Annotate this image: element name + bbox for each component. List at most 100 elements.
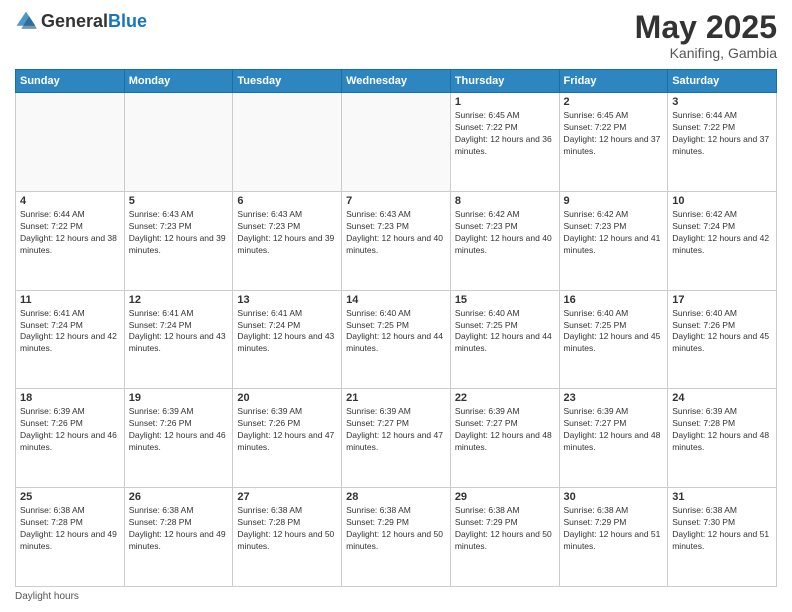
footer-note: Daylight hours — [15, 591, 777, 602]
day-number: 2 — [564, 96, 664, 108]
table-row: 8Sunrise: 6:42 AM Sunset: 7:23 PM Daylig… — [450, 191, 559, 290]
table-row: 31Sunrise: 6:38 AM Sunset: 7:30 PM Dayli… — [668, 488, 777, 587]
table-row: 20 Sunrise: 6:39 AM Sunset: 7:26 PM Dayli… — [233, 389, 342, 488]
day-number: 22 — [455, 392, 555, 404]
day-number: 14 — [346, 294, 446, 306]
day-number: 28 — [346, 491, 446, 503]
table-row — [342, 93, 451, 192]
table-row: 10 Sunrise: 6:42 AM Sunset: 7:24 PM Dayli… — [668, 191, 777, 290]
table-row: 1 Sunrise: 6:45 AM Sunset: 7:22 PM Daylig… — [450, 93, 559, 192]
month-title: May 2025 — [635, 10, 777, 45]
table-row: 21Sunrise: 6:39 AM Sunset: 7:27 PM Dayli… — [342, 389, 451, 488]
day-number: 3 — [672, 96, 772, 108]
day-number: 1 — [455, 96, 555, 108]
day-info: Sunrise: 6:39 AM Sunset: 7:26 PM Dayligh… — [20, 406, 120, 454]
day-info: Sunrise: 6:43 AM Sunset: 7:23 PM Dayligh… — [129, 209, 229, 257]
title-area: May 2025 Kanifing, Gambia — [635, 10, 777, 61]
logo: GeneralBlue — [15, 10, 147, 32]
calendar-header-row: Sunday Monday Tuesday Wednesday Thursday… — [16, 70, 777, 93]
footer-label: Daylight hours — [15, 591, 79, 602]
table-row: 26Sunrise: 6:38 AM Sunset: 7:28 PM Dayli… — [124, 488, 233, 587]
day-info: Sunrise: 6:40 AM Sunset: 7:26 PM Dayligh… — [672, 308, 772, 356]
day-number: 11 — [20, 294, 120, 306]
day-number: 10 — [672, 195, 772, 207]
day-number: 13 — [237, 294, 337, 306]
col-saturday: Saturday — [668, 70, 777, 93]
day-number: 7 — [346, 195, 446, 207]
table-row: 28 Sunrise: 6:38 AM Sunset: 7:29 PM Dayli… — [342, 488, 451, 587]
day-number: 19 — [129, 392, 229, 404]
table-row: 24 Sunrise: 6:39 AM Sunset: 7:28 PM Dayli… — [668, 389, 777, 488]
table-row: 12 Sunrise: 6:41 AM Sunset: 7:24 PM Dayli… — [124, 290, 233, 389]
table-row: 7Sunrise: 6:43 AM Sunset: 7:23 PM Daylig… — [342, 191, 451, 290]
day-info: Sunrise: 6:38 AM Sunset: 7:29 PM Dayligh… — [346, 505, 446, 553]
table-row: 5 Sunrise: 6:43 AM Sunset: 7:23 PM Daylig… — [124, 191, 233, 290]
location-title: Kanifing, Gambia — [635, 45, 777, 61]
table-row: 17 Sunrise: 6:40 AM Sunset: 7:26 PM Dayli… — [668, 290, 777, 389]
table-row: 30Sunrise: 6:38 AM Sunset: 7:29 PM Dayli… — [559, 488, 668, 587]
table-row: 4 Sunrise: 6:44 AM Sunset: 7:22 PM Daylig… — [16, 191, 125, 290]
table-row: 23 Sunrise: 6:39 AM Sunset: 7:27 PM Dayli… — [559, 389, 668, 488]
table-row: 22Sunrise: 6:39 AM Sunset: 7:27 PM Dayli… — [450, 389, 559, 488]
day-number: 15 — [455, 294, 555, 306]
day-number: 23 — [564, 392, 664, 404]
calendar-week-2: 4 Sunrise: 6:44 AM Sunset: 7:22 PM Daylig… — [16, 191, 777, 290]
day-number: 25 — [20, 491, 120, 503]
col-monday: Monday — [124, 70, 233, 93]
page: GeneralBlue May 2025 Kanifing, Gambia Su… — [0, 0, 792, 612]
table-row: 2 Sunrise: 6:45 AM Sunset: 7:22 PM Daylig… — [559, 93, 668, 192]
day-info: Sunrise: 6:44 AM Sunset: 7:22 PM Dayligh… — [20, 209, 120, 257]
day-info: Sunrise: 6:42 AM Sunset: 7:23 PM Dayligh… — [564, 209, 664, 257]
table-row: 6 Sunrise: 6:43 AM Sunset: 7:23 PM Daylig… — [233, 191, 342, 290]
table-row: 15 Sunrise: 6:40 AM Sunset: 7:25 PM Dayli… — [450, 290, 559, 389]
day-info: Sunrise: 6:38 AM Sunset: 7:28 PM Dayligh… — [129, 505, 229, 553]
day-info: Sunrise: 6:45 AM Sunset: 7:22 PM Dayligh… — [564, 110, 664, 158]
day-info: Sunrise: 6:42 AM Sunset: 7:24 PM Dayligh… — [672, 209, 772, 257]
day-info: Sunrise: 6:41 AM Sunset: 7:24 PM Dayligh… — [20, 308, 120, 356]
day-number: 20 — [237, 392, 337, 404]
table-row: 14 Sunrise: 6:40 AM Sunset: 7:25 PM Dayli… — [342, 290, 451, 389]
day-info: Sunrise: 6:38 AM Sunset: 7:28 PM Dayligh… — [237, 505, 337, 553]
day-info: Sunrise: 6:40 AM Sunset: 7:25 PM Dayligh… — [346, 308, 446, 356]
day-info: Sunrise: 6:39 AM Sunset: 7:28 PM Dayligh… — [672, 406, 772, 454]
table-row — [124, 93, 233, 192]
day-info: Sunrise: 6:40 AM Sunset: 7:25 PM Dayligh… — [455, 308, 555, 356]
calendar-week-5: 25 Sunrise: 6:38 AM Sunset: 7:28 PM Dayli… — [16, 488, 777, 587]
day-info: Sunrise: 6:39 AM Sunset: 7:26 PM Dayligh… — [129, 406, 229, 454]
col-friday: Friday — [559, 70, 668, 93]
day-info: Sunrise: 6:38 AM Sunset: 7:30 PM Dayligh… — [672, 505, 772, 553]
day-number: 24 — [672, 392, 772, 404]
logo-icon — [15, 10, 37, 32]
day-number: 6 — [237, 195, 337, 207]
table-row: 9 Sunrise: 6:42 AM Sunset: 7:23 PM Daylig… — [559, 191, 668, 290]
day-number: 29 — [455, 491, 555, 503]
table-row: 18 Sunrise: 6:39 AM Sunset: 7:26 PM Dayli… — [16, 389, 125, 488]
day-number: 9 — [564, 195, 664, 207]
table-row — [16, 93, 125, 192]
day-number: 16 — [564, 294, 664, 306]
col-wednesday: Wednesday — [342, 70, 451, 93]
table-row: 19 Sunrise: 6:39 AM Sunset: 7:26 PM Dayli… — [124, 389, 233, 488]
day-number: 4 — [20, 195, 120, 207]
day-number: 17 — [672, 294, 772, 306]
day-info: Sunrise: 6:41 AM Sunset: 7:24 PM Dayligh… — [129, 308, 229, 356]
logo-text: GeneralBlue — [41, 11, 147, 32]
day-info: Sunrise: 6:39 AM Sunset: 7:27 PM Dayligh… — [564, 406, 664, 454]
day-number: 18 — [20, 392, 120, 404]
calendar-week-3: 11 Sunrise: 6:41 AM Sunset: 7:24 PM Dayli… — [16, 290, 777, 389]
day-number: 5 — [129, 195, 229, 207]
logo-general: General — [41, 11, 108, 31]
day-number: 12 — [129, 294, 229, 306]
table-row: 3Sunrise: 6:44 AM Sunset: 7:22 PM Daylig… — [668, 93, 777, 192]
day-info: Sunrise: 6:45 AM Sunset: 7:22 PM Dayligh… — [455, 110, 555, 158]
calendar-week-4: 18 Sunrise: 6:39 AM Sunset: 7:26 PM Dayli… — [16, 389, 777, 488]
day-number: 27 — [237, 491, 337, 503]
table-row — [233, 93, 342, 192]
day-number: 21 — [346, 392, 446, 404]
day-number: 30 — [564, 491, 664, 503]
day-info: Sunrise: 6:39 AM Sunset: 7:26 PM Dayligh… — [237, 406, 337, 454]
day-info: Sunrise: 6:43 AM Sunset: 7:23 PM Dayligh… — [237, 209, 337, 257]
col-thursday: Thursday — [450, 70, 559, 93]
day-info: Sunrise: 6:40 AM Sunset: 7:25 PM Dayligh… — [564, 308, 664, 356]
table-row: 29Sunrise: 6:38 AM Sunset: 7:29 PM Dayli… — [450, 488, 559, 587]
